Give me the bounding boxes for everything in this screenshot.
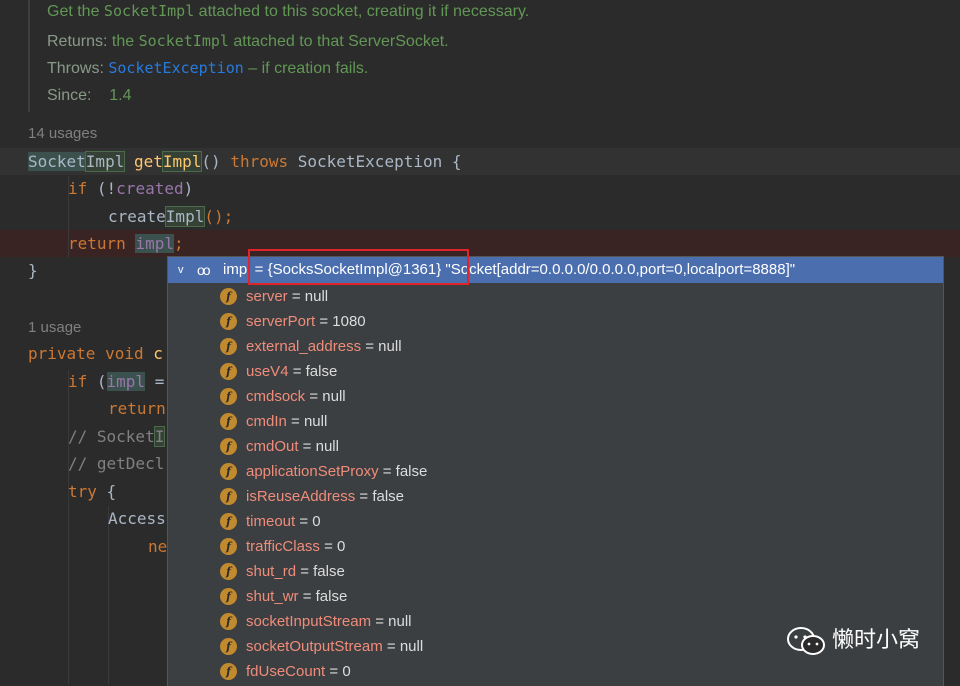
field-icon: f [220, 313, 237, 330]
code-line-try[interactable]: try { [68, 479, 116, 505]
field-name: cmdsock [246, 388, 306, 405]
field-value: = 0 [325, 663, 351, 680]
field-value: = null [305, 388, 346, 405]
field-icon: f [220, 613, 237, 630]
field-name: shut_rd [246, 563, 297, 580]
field-value: = false [378, 463, 428, 480]
field-value: = null [361, 338, 402, 355]
annotation-highlight-box [248, 249, 469, 285]
field-name: cmdIn [246, 413, 287, 430]
doc-throws: Throws: SocketException – if creation fa… [47, 59, 369, 77]
code-line-return-impl[interactable]: return impl; [68, 231, 184, 257]
field-name: socketInputStream [246, 613, 372, 630]
debugger-value-popup[interactable]: v oo impl = {SocksSocketImpl@1361} "Sock… [167, 256, 944, 686]
field-icon: f [220, 588, 237, 605]
field-name: fdUseCount [246, 663, 326, 680]
field-name: useV4 [246, 363, 289, 380]
code-line-new[interactable]: ne [148, 534, 167, 560]
field-icon: f [220, 413, 237, 430]
wechat-icon [787, 627, 825, 655]
field-icon: f [220, 288, 237, 305]
field-icon: f [220, 638, 237, 655]
code-line-close-brace[interactable]: } [28, 258, 38, 284]
field-value: = null [382, 638, 424, 655]
field-value: = false [355, 488, 404, 505]
field-icon: f [220, 538, 237, 555]
expand-arrow-icon[interactable]: v [178, 257, 184, 283]
field-name: external_address [246, 338, 362, 355]
field-icon: f [220, 663, 237, 680]
code-line-method-signature[interactable]: SocketImpl getImpl() throws SocketExcept… [28, 149, 462, 175]
code-line-private-method[interactable]: private void c [28, 341, 163, 367]
field-name: shut_wr [246, 588, 299, 605]
doc-summary: Get the SocketImpl attached to this sock… [47, 2, 530, 20]
code-line-access[interactable]: Access [108, 506, 166, 532]
field-value: = null [286, 413, 328, 430]
indent-guide [108, 506, 109, 685]
field-value: = 0 [295, 513, 321, 530]
field-value: = null [298, 438, 339, 455]
field-name: serverPort [246, 313, 316, 330]
field-name: trafficClass [246, 538, 320, 555]
code-line-create-impl[interactable]: createImpl(); [108, 204, 233, 230]
doc-returns: Returns: the SocketImpl attached to that… [47, 32, 449, 50]
field-name: server [246, 288, 288, 305]
field-icon: f [220, 563, 237, 580]
field-value: = null [287, 288, 329, 305]
field-icon: f [220, 463, 237, 480]
field-value: = false [298, 588, 348, 605]
code-line-return[interactable]: return [108, 396, 166, 422]
field-value: = null [371, 613, 412, 630]
field-name: isReuseAddress [246, 488, 356, 505]
usages-hint-second-method[interactable]: 1 usage [28, 319, 81, 336]
field-icon: f [220, 513, 237, 530]
watch-glasses-icon: oo [197, 262, 211, 278]
code-line-if-impl[interactable]: if (impl = [68, 369, 164, 395]
field-name: timeout [246, 513, 296, 530]
socket-exception-link[interactable]: SocketException [108, 59, 243, 77]
field-icon: f [220, 338, 237, 355]
field-name: socketOutputStream [246, 638, 383, 655]
watermark-text: 懒时小窝 [832, 627, 921, 652]
field-value: = false [296, 563, 345, 580]
field-value: = 1080 [315, 313, 366, 330]
field-value: = 0 [319, 538, 346, 555]
usages-hint-getimpl[interactable]: 14 usages [28, 125, 97, 142]
code-line-if-created[interactable]: if (!created) [68, 176, 193, 202]
indent-guide [68, 370, 69, 685]
field-icon: f [220, 488, 237, 505]
doc-comment-border [28, 0, 30, 112]
code-line-comment-socket[interactable]: // SocketI [68, 424, 166, 450]
field-name: applicationSetProxy [246, 463, 379, 480]
doc-since: Since: 1.4 [47, 87, 132, 104]
field-name: cmdOut [246, 438, 299, 455]
field-icon: f [220, 363, 237, 380]
field-icon: f [220, 388, 237, 405]
code-line-comment-getdecl[interactable]: // getDecl [68, 451, 164, 477]
field-value: = false [288, 363, 338, 380]
field-icon: f [220, 438, 237, 455]
